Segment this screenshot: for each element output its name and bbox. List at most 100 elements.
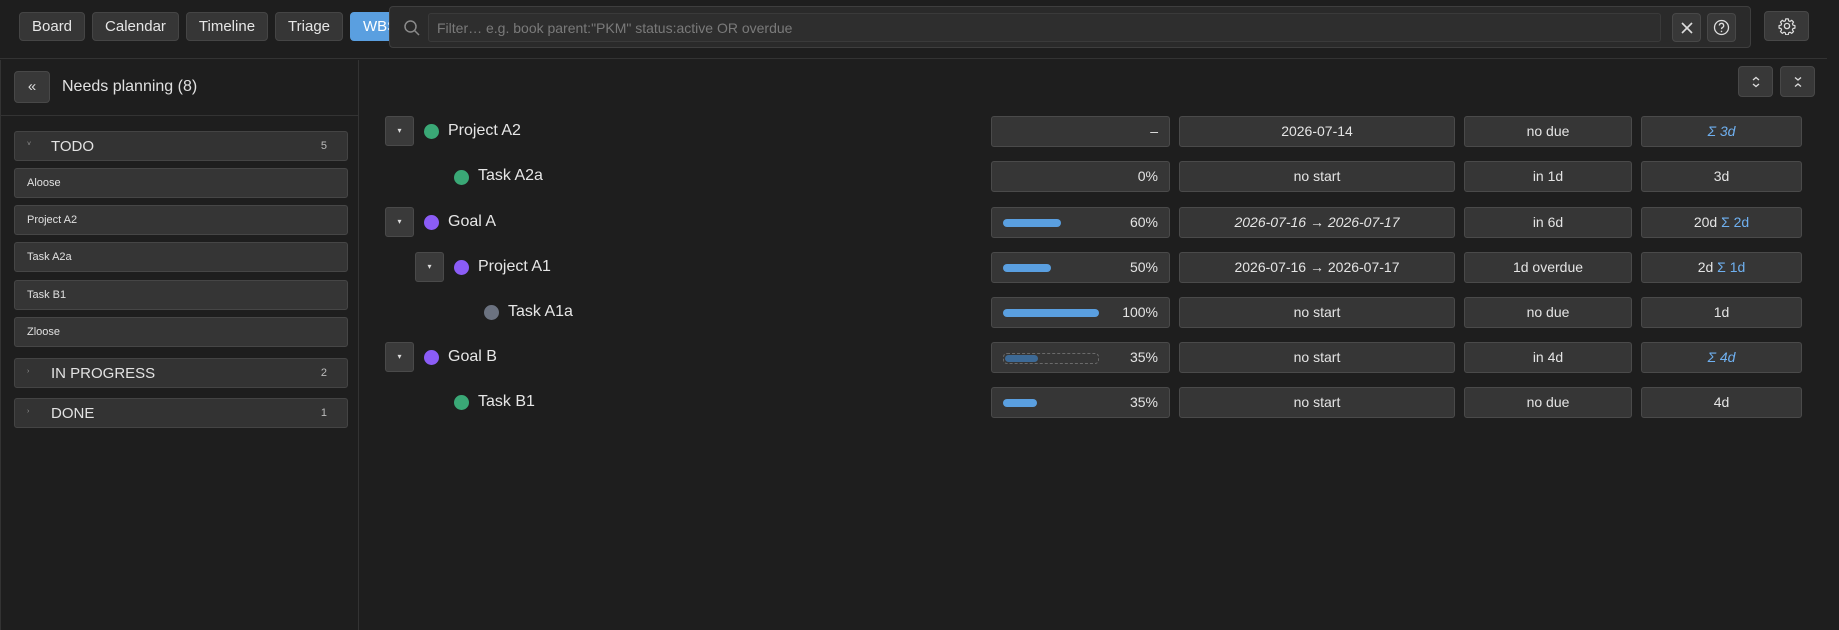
progress-bar — [1003, 309, 1099, 317]
progress-value: 100% — [1122, 304, 1158, 320]
row-toggle-button[interactable]: ▾ — [385, 116, 414, 146]
search-icon — [404, 20, 420, 36]
progress-value: 60% — [1129, 214, 1158, 230]
progress-bar — [1003, 399, 1099, 407]
chevron-icon: › — [27, 368, 30, 375]
status-dot — [424, 215, 439, 230]
dates-cell[interactable]: no start — [1179, 342, 1455, 373]
dates-cell[interactable]: 2026-07-14 — [1179, 116, 1455, 147]
due-cell[interactable]: no due — [1464, 116, 1632, 147]
progress-fill — [1003, 219, 1061, 227]
list-item[interactable]: Project A2 — [14, 205, 348, 235]
progress-cell[interactable]: 60% — [991, 207, 1170, 238]
status-dot — [484, 305, 499, 320]
row-toggle-button[interactable]: ▾ — [385, 207, 414, 237]
status-dot — [424, 124, 439, 139]
group-count: 1 — [320, 407, 327, 419]
row-toggle-button[interactable]: ▾ — [415, 252, 444, 282]
list-item[interactable]: Zloose — [14, 317, 348, 347]
dates-cell[interactable]: 2026-07-16 → 2026-07-17 — [1179, 207, 1455, 238]
tab-calendar[interactable]: Calendar — [92, 12, 179, 41]
collapse-panel-button[interactable]: « — [14, 71, 50, 103]
due-cell[interactable]: in 4d — [1464, 342, 1632, 373]
status-dot — [424, 350, 439, 365]
close-icon — [1680, 21, 1693, 34]
group-done[interactable]: › DONE 1 — [14, 398, 348, 428]
due-cell[interactable]: in 6d — [1464, 207, 1632, 238]
effort-cell[interactable]: Σ 3d — [1641, 116, 1802, 147]
group-name: TODO — [51, 138, 95, 155]
list-item[interactable]: Task B1 — [14, 280, 348, 310]
row-name[interactable]: Task A1a — [508, 303, 573, 321]
group-count: 5 — [320, 140, 327, 152]
progress-bar — [1003, 353, 1099, 364]
progress-fill — [1003, 399, 1037, 407]
status-dot — [454, 395, 469, 410]
status-dot — [454, 260, 469, 275]
due-cell[interactable]: 1d overdue — [1464, 252, 1632, 283]
effort-value: 20d — [1693, 214, 1718, 230]
progress-cell[interactable]: 35% — [991, 342, 1170, 373]
effort-cell[interactable]: 2d Σ 1d — [1641, 252, 1802, 283]
row-name[interactable]: Goal B — [448, 348, 497, 366]
row-name[interactable]: Task A2a — [478, 167, 543, 185]
progress-cell[interactable]: 50% — [991, 252, 1170, 283]
gear-icon — [1777, 18, 1796, 35]
effort-value: 2d — [1697, 259, 1714, 275]
dates-cell[interactable]: 2026-07-16 → 2026-07-17 — [1179, 252, 1455, 283]
progress-fill — [1003, 309, 1099, 317]
row-name[interactable]: Task B1 — [478, 393, 535, 411]
row-name[interactable]: Goal A — [448, 213, 496, 231]
progress-cell[interactable]: 35% — [991, 387, 1170, 418]
tab-triage[interactable]: Triage — [275, 12, 344, 41]
row-name[interactable]: Project A1 — [478, 258, 551, 276]
progress-cell[interactable]: – — [991, 116, 1170, 147]
tab-timeline[interactable]: Timeline — [185, 12, 269, 41]
progress-value: 50% — [1129, 259, 1158, 275]
progress-fill — [1005, 355, 1038, 362]
group-in-progress[interactable]: › IN PROGRESS 2 — [14, 358, 348, 388]
settings-button[interactable] — [1764, 11, 1809, 41]
progress-value: 0% — [1137, 168, 1158, 184]
due-cell[interactable]: no due — [1464, 387, 1632, 418]
progress-bar — [1003, 219, 1099, 227]
expand-all-button[interactable] — [1738, 66, 1773, 97]
progress-value: – — [1150, 123, 1158, 139]
collapse-all-icon — [1794, 76, 1801, 87]
tab-board[interactable]: Board — [19, 12, 86, 41]
list-item[interactable]: Aloose — [14, 168, 348, 198]
due-cell[interactable]: no due — [1464, 297, 1632, 328]
dates-cell[interactable]: no start — [1179, 387, 1455, 418]
filter-input[interactable] — [428, 13, 1661, 42]
dates-cell[interactable]: no start — [1179, 161, 1455, 192]
group-todo[interactable]: ˅ TODO 5 — [14, 131, 348, 161]
effort-cell[interactable]: 20d Σ 2d — [1641, 207, 1802, 238]
group-count: 2 — [320, 367, 327, 379]
progress-cell[interactable]: 0% — [991, 161, 1170, 192]
effort-cell[interactable]: 1d — [1641, 297, 1802, 328]
view-tabs: Board Calendar Timeline Triage WBS — [19, 12, 411, 41]
status-dot — [454, 170, 469, 185]
panel-title: Needs planning (8) — [62, 78, 198, 95]
effort-cell[interactable]: 3d — [1641, 161, 1802, 192]
progress-cell[interactable]: 100% — [991, 297, 1170, 328]
progress-value: 35% — [1129, 349, 1158, 365]
effort-cell[interactable]: 4d — [1641, 387, 1802, 418]
effort-cell[interactable]: Σ 4d — [1641, 342, 1802, 373]
row-toggle-button[interactable]: ▾ — [385, 342, 414, 372]
top-bar: Board Calendar Timeline Triage WBS — [0, 0, 1827, 59]
progress-fill — [1003, 264, 1051, 272]
needs-planning-panel: « Needs planning (8) ˅ TODO 5 Aloose Pro… — [0, 60, 359, 630]
collapse-all-button[interactable] — [1780, 66, 1815, 97]
rollup-sum: Σ 1d — [1717, 259, 1746, 275]
clear-filter-button[interactable] — [1672, 13, 1701, 42]
chevron-icon: ˅ — [27, 141, 32, 148]
rollup-sum: Σ 3d — [1707, 123, 1736, 139]
dates-cell[interactable]: no start — [1179, 297, 1455, 328]
help-button[interactable] — [1707, 13, 1736, 42]
progress-value: 35% — [1129, 394, 1158, 410]
rollup-sum: Σ 2d — [1721, 214, 1750, 230]
due-cell[interactable]: in 1d — [1464, 161, 1632, 192]
row-name[interactable]: Project A2 — [448, 122, 521, 140]
list-item[interactable]: Task A2a — [14, 242, 348, 272]
